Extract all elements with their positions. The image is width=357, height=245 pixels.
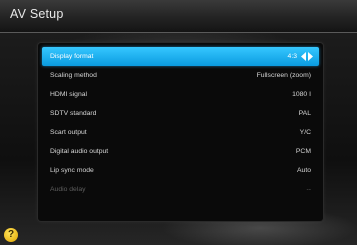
menu-item-sdtv-standard[interactable]: SDTV standard PAL bbox=[42, 104, 319, 123]
help-icon[interactable]: ? bbox=[4, 228, 18, 242]
menu-item-display-format[interactable]: Display format 4:3 bbox=[42, 47, 319, 66]
menu-item-digital-audio-output[interactable]: Digital audio output PCM bbox=[42, 142, 319, 161]
menu-item-value: 1080 I bbox=[292, 91, 311, 98]
menu-item-hdmi-signal[interactable]: HDMI signal 1080 I bbox=[42, 85, 319, 104]
menu-item-label: Scaling method bbox=[50, 72, 97, 79]
page-title: AV Setup bbox=[10, 7, 64, 21]
menu-item-lip-sync-mode[interactable]: Lip sync mode Auto bbox=[42, 161, 319, 180]
menu-item-label: Scart output bbox=[50, 129, 87, 136]
menu-item-audio-delay: Audio delay -- bbox=[42, 180, 319, 199]
menu-item-label: SDTV standard bbox=[50, 110, 97, 117]
menu-item-label: Audio delay bbox=[50, 186, 86, 193]
menu-item-value: 4:3 bbox=[287, 53, 297, 60]
menu-item-value: Y/C bbox=[299, 129, 311, 136]
menu-item-value: PCM bbox=[295, 148, 311, 155]
menu-item-scart-output[interactable]: Scart output Y/C bbox=[42, 123, 319, 142]
menu-item-value: -- bbox=[306, 186, 311, 193]
menu-item-value: Fullscreen (zoom) bbox=[256, 72, 311, 79]
settings-panel: Display format 4:3 Scaling method Fullsc… bbox=[38, 43, 323, 221]
left-right-arrows-icon[interactable] bbox=[301, 52, 313, 61]
title-bar: AV Setup bbox=[0, 0, 357, 33]
menu-item-value: Auto bbox=[297, 167, 311, 174]
settings-menu: Display format 4:3 Scaling method Fullsc… bbox=[42, 47, 319, 199]
menu-item-scaling-method[interactable]: Scaling method Fullscreen (zoom) bbox=[42, 66, 319, 85]
menu-item-value: PAL bbox=[298, 110, 311, 117]
menu-item-label: HDMI signal bbox=[50, 91, 88, 98]
menu-item-label: Digital audio output bbox=[50, 148, 109, 155]
menu-item-label: Display format bbox=[50, 53, 94, 60]
menu-item-label: Lip sync mode bbox=[50, 167, 94, 174]
